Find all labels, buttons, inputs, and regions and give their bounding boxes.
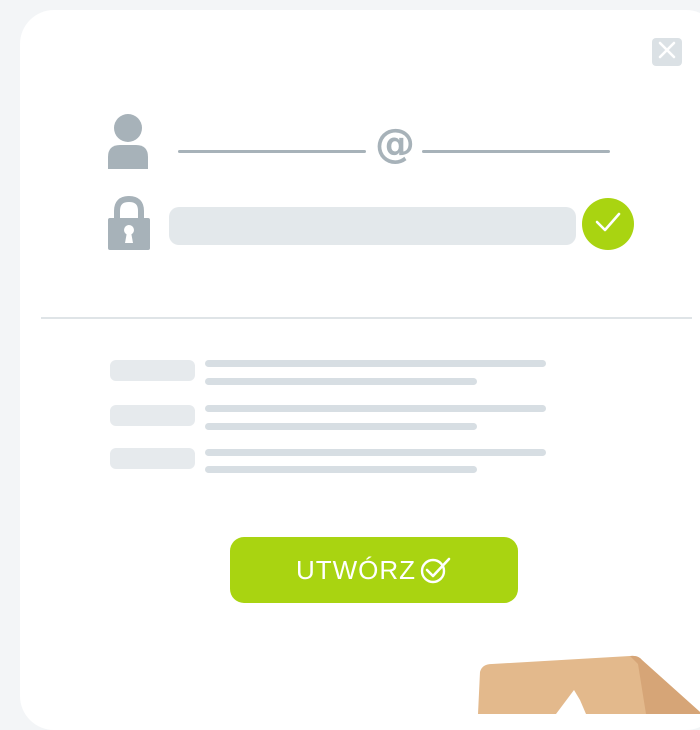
create-button-label: UTWÓRZ bbox=[295, 555, 417, 585]
valid-check-badge bbox=[582, 198, 634, 250]
list-item-line bbox=[205, 423, 477, 430]
list-item-line bbox=[205, 360, 546, 367]
at-sign: @ bbox=[375, 121, 415, 167]
circle-check-icon bbox=[418, 555, 452, 585]
divider bbox=[41, 317, 692, 319]
list-item-tag bbox=[110, 360, 195, 381]
list-item-line bbox=[205, 405, 546, 412]
create-button[interactable]: UTWÓRZ bbox=[230, 537, 518, 603]
password-field[interactable] bbox=[169, 207, 576, 245]
list-item-line bbox=[205, 378, 477, 385]
user-icon bbox=[108, 113, 148, 176]
list-item-line bbox=[205, 466, 477, 473]
email-domain-field[interactable] bbox=[422, 150, 610, 153]
close-button[interactable] bbox=[652, 38, 682, 66]
close-icon bbox=[657, 40, 677, 65]
lock-icon bbox=[106, 195, 152, 257]
list-item-tag bbox=[110, 405, 195, 426]
check-icon bbox=[594, 210, 622, 239]
list-item-line bbox=[205, 449, 546, 456]
cardboard-box-illustration bbox=[470, 652, 700, 719]
email-username-field[interactable] bbox=[178, 150, 366, 153]
list-item-tag bbox=[110, 448, 195, 469]
